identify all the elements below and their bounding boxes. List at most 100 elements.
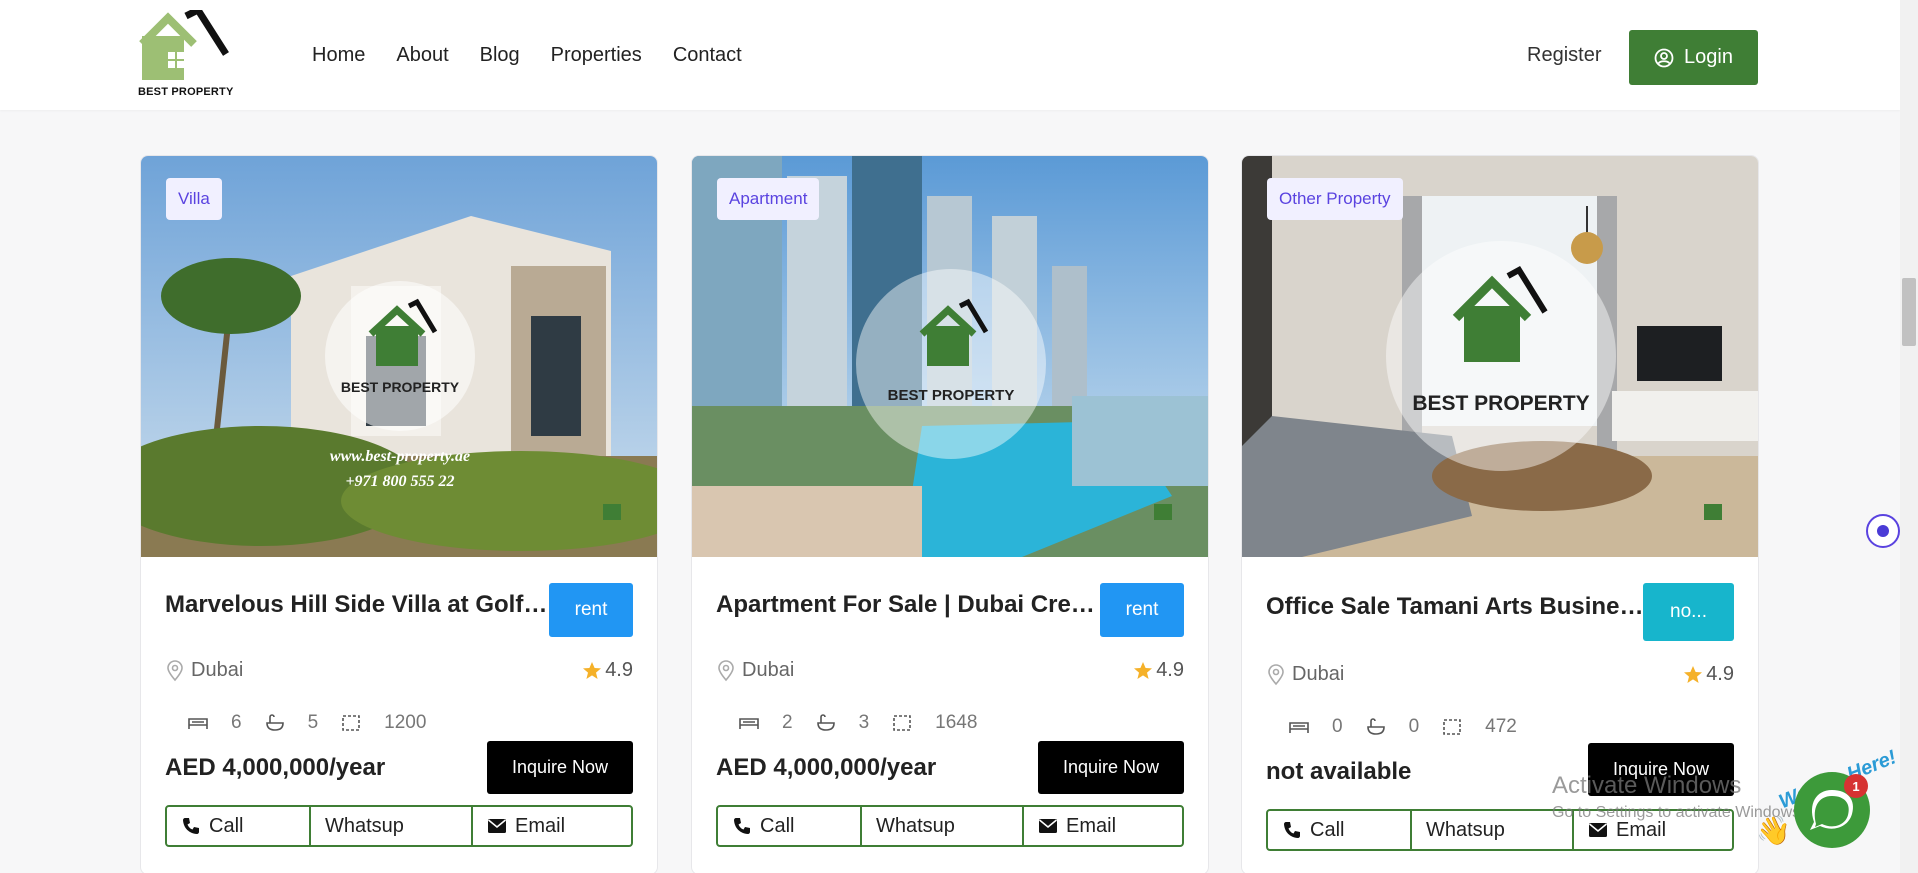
login-button[interactable]: Login bbox=[1629, 30, 1758, 85]
bedrooms-count: 6 bbox=[231, 712, 242, 733]
property-rating: 4.9 bbox=[1683, 663, 1734, 686]
area-value: 1200 bbox=[384, 712, 427, 733]
logo-icon bbox=[139, 5, 229, 80]
call-label: Call bbox=[760, 814, 795, 837]
star-icon bbox=[1684, 665, 1703, 683]
property-image[interactable]: BEST PROPERTY Other Property bbox=[1242, 156, 1758, 557]
property-location: Dubai bbox=[716, 659, 794, 682]
inquire-now-button[interactable]: Inquire Now bbox=[487, 741, 633, 794]
page-scrollbar[interactable] bbox=[1900, 0, 1918, 873]
phone-icon bbox=[734, 818, 750, 834]
notification-count: 1 bbox=[1852, 779, 1859, 794]
brand-name: BEST PROPERTY bbox=[138, 86, 234, 98]
location-pin-icon bbox=[1268, 663, 1284, 685]
call-button[interactable]: Call bbox=[167, 807, 311, 845]
nav-blog[interactable]: Blog bbox=[480, 44, 520, 67]
rating-value: 4.9 bbox=[605, 659, 633, 681]
property-card[interactable]: BEST PROPERTY www.best-property.ae +971 … bbox=[140, 155, 658, 873]
user-circle-icon bbox=[1654, 48, 1674, 67]
brand-logo[interactable]: BEST PROPERTY bbox=[138, 5, 238, 100]
property-features: 0 0 472 bbox=[1288, 716, 1539, 738]
watermark-brand: BEST PROPERTY bbox=[1412, 392, 1589, 415]
whatsapp-button[interactable]: Whatsup bbox=[862, 807, 1024, 845]
location-label: Dubai bbox=[742, 659, 795, 681]
status-button[interactable]: rent bbox=[1100, 583, 1184, 637]
property-features: 6 5 1200 bbox=[187, 712, 448, 734]
bedrooms-count: 0 bbox=[1332, 716, 1343, 737]
nav-home[interactable]: Home bbox=[312, 44, 365, 67]
property-title[interactable]: Office Sale Tamani Arts Business Bay bbox=[1266, 593, 1651, 621]
chat-widget[interactable]: We Are Here! 👋 1 bbox=[1756, 738, 1900, 868]
whatsapp-button[interactable]: Whatsup bbox=[311, 807, 473, 845]
property-image[interactable]: BEST PROPERTY Apartment bbox=[692, 156, 1208, 557]
status-button[interactable]: rent bbox=[549, 583, 633, 637]
side-widget-button[interactable] bbox=[1866, 514, 1900, 548]
property-rating: 4.9 bbox=[582, 659, 633, 682]
property-location: Dubai bbox=[165, 659, 243, 682]
area-value: 472 bbox=[1485, 716, 1517, 737]
property-location: Dubai bbox=[1266, 663, 1344, 686]
property-price: AED 4,000,000/year bbox=[716, 754, 937, 781]
scrollbar-thumb[interactable] bbox=[1902, 278, 1916, 346]
area-value: 1648 bbox=[935, 712, 978, 733]
location-label: Dubai bbox=[1292, 663, 1345, 685]
property-price: AED 4,000,000/year bbox=[165, 754, 386, 781]
star-icon bbox=[583, 661, 602, 679]
property-card[interactable]: BEST PROPERTY Apartment Apartment For Sa… bbox=[691, 155, 1209, 873]
property-title[interactable]: Marvelous Hill Side Villa at Golf Place bbox=[165, 591, 550, 619]
whatsapp-button[interactable]: Whatsup bbox=[1412, 811, 1574, 849]
rating-value: 4.9 bbox=[1706, 663, 1734, 685]
nav-about[interactable]: About bbox=[396, 44, 448, 67]
nav-contact[interactable]: Contact bbox=[673, 44, 742, 67]
bed-icon bbox=[187, 714, 209, 732]
call-label: Call bbox=[1310, 818, 1345, 841]
email-button[interactable]: Email bbox=[1024, 807, 1182, 845]
property-features: 2 3 1648 bbox=[738, 712, 999, 734]
watermark-phone: +971 800 555 22 bbox=[345, 473, 454, 490]
watermark-brand: BEST PROPERTY bbox=[888, 387, 1015, 404]
dot-icon bbox=[1877, 525, 1889, 537]
category-badge: Apartment bbox=[717, 178, 820, 220]
star-icon bbox=[1134, 661, 1153, 679]
area-icon bbox=[340, 713, 362, 733]
login-label: Login bbox=[1684, 46, 1733, 68]
whatsapp-label: Whatsup bbox=[1426, 818, 1505, 841]
envelope-icon bbox=[1038, 819, 1058, 833]
area-icon bbox=[1441, 717, 1463, 737]
phone-icon bbox=[183, 818, 199, 834]
property-card[interactable]: BEST PROPERTY Other Property Office Sale… bbox=[1241, 155, 1759, 873]
whatsapp-label: Whatsup bbox=[325, 814, 404, 837]
category-badge: Other Property bbox=[1267, 178, 1403, 220]
envelope-icon bbox=[1588, 823, 1608, 837]
site-header: BEST PROPERTY Home About Blog Properties… bbox=[0, 0, 1900, 110]
status-button[interactable]: no... bbox=[1643, 583, 1734, 641]
whatsapp-label: Whatsup bbox=[876, 814, 955, 837]
envelope-icon bbox=[487, 819, 507, 833]
email-button[interactable]: Email bbox=[473, 807, 631, 845]
call-button[interactable]: Call bbox=[1268, 811, 1412, 849]
register-link[interactable]: Register bbox=[1527, 44, 1601, 67]
call-button[interactable]: Call bbox=[718, 807, 862, 845]
category-badge: Villa bbox=[166, 178, 222, 220]
bathrooms-count: 0 bbox=[1408, 716, 1420, 737]
area-icon bbox=[891, 713, 913, 733]
bed-icon bbox=[738, 714, 760, 732]
watermark-url: www.best-property.ae bbox=[330, 448, 470, 465]
main-nav: Home About Blog Properties Contact bbox=[312, 44, 742, 67]
bathrooms-count: 3 bbox=[858, 712, 870, 733]
bed-icon bbox=[1288, 718, 1310, 736]
location-pin-icon bbox=[167, 659, 183, 681]
contact-actions: Call Whatsup Email bbox=[716, 805, 1184, 847]
bath-icon bbox=[1365, 717, 1387, 737]
watermark-brand: BEST PROPERTY bbox=[341, 379, 460, 395]
location-pin-icon bbox=[718, 659, 734, 681]
phone-icon bbox=[1284, 822, 1300, 838]
bedrooms-count: 2 bbox=[782, 712, 793, 733]
inquire-now-button[interactable]: Inquire Now bbox=[1038, 741, 1184, 794]
property-image[interactable]: BEST PROPERTY www.best-property.ae +971 … bbox=[141, 156, 657, 557]
contact-actions: Call Whatsup Email bbox=[165, 805, 633, 847]
bath-icon bbox=[815, 713, 837, 733]
property-title[interactable]: Apartment For Sale | Dubai Creek Harbour bbox=[716, 591, 1101, 619]
email-label: Email bbox=[1066, 814, 1117, 837]
nav-properties[interactable]: Properties bbox=[551, 44, 642, 67]
